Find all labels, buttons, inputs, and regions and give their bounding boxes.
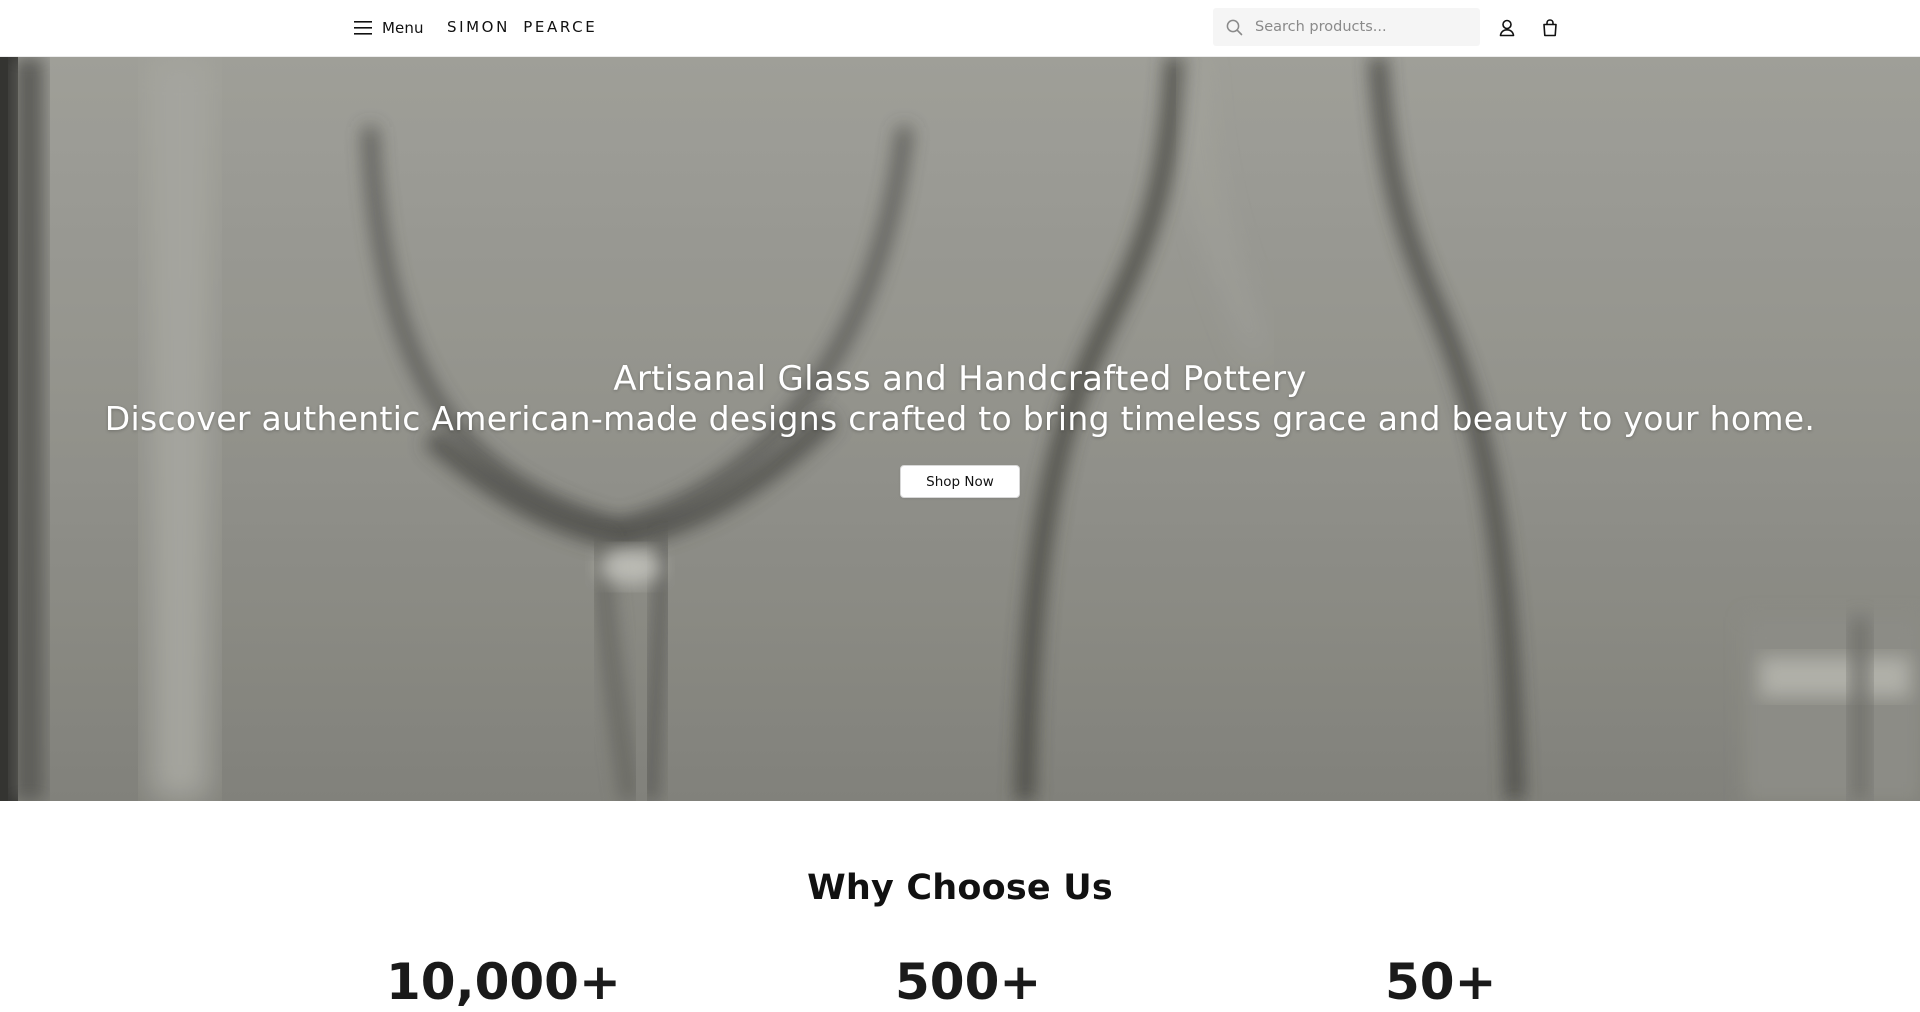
menu-icon [354, 21, 372, 35]
hero-title: Artisanal Glass and Handcrafted Pottery [613, 359, 1307, 399]
stat-value: 10,000+ [386, 953, 621, 1011]
search-input[interactable] [1253, 8, 1473, 46]
stat-value: 50+ [1385, 953, 1497, 1011]
stat-value: 500+ [895, 953, 1042, 1011]
search-icon [1226, 19, 1243, 36]
site-header: Menu SIMON PEARCE [0, 0, 1920, 57]
shopping-bag-icon [1543, 19, 1557, 37]
menu-label: Menu [382, 19, 424, 37]
hero-text: Artisanal Glass and Handcrafted Pottery … [0, 359, 1920, 439]
account-button[interactable] [1495, 16, 1519, 40]
hero-section: Artisanal Glass and Handcrafted Pottery … [0, 57, 1920, 801]
hero-subtitle: Discover authentic American-made designs… [104, 399, 1816, 438]
why-choose-us-title: Why Choose Us [807, 868, 1113, 908]
cart-button[interactable] [1538, 16, 1562, 40]
site-logo[interactable]: SIMON PEARCE [447, 18, 597, 36]
shop-now-button[interactable]: Shop Now [900, 465, 1020, 498]
search-box[interactable] [1213, 8, 1480, 46]
menu-button[interactable]: Menu [354, 16, 424, 40]
user-icon [1499, 19, 1515, 37]
